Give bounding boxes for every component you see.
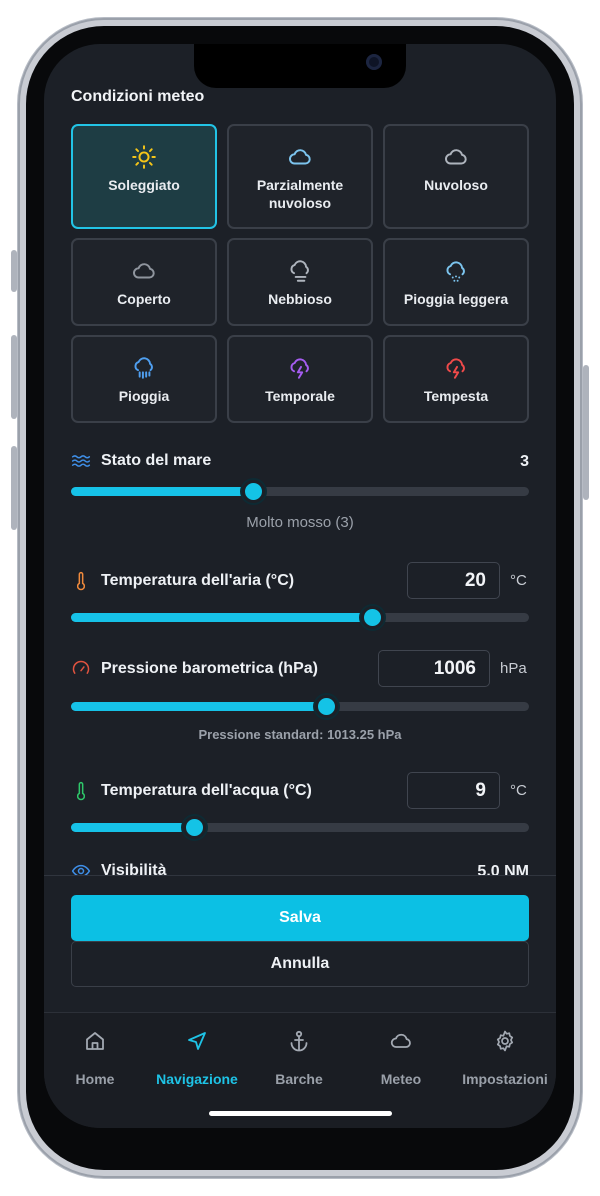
weather-section-title: Condizioni meteo <box>71 88 205 105</box>
sun-icon <box>132 145 156 169</box>
sea-state-title: Stato del mare <box>101 452 212 469</box>
weather-option-label: Nuvoloso <box>424 177 488 193</box>
camera <box>366 54 382 70</box>
eye-icon <box>71 864 91 875</box>
side-button-power <box>583 365 589 500</box>
weather-option-label: Temporale <box>265 388 335 404</box>
pressure-input[interactable]: 1006 <box>378 650 490 687</box>
tab-boats[interactable]: Barche <box>248 1013 350 1087</box>
gauge-icon <box>72 660 90 674</box>
weather-option-light-rain[interactable]: Pioggia leggera <box>383 238 529 326</box>
actions-divider <box>44 875 556 876</box>
fog-icon <box>290 260 309 282</box>
weather-option-label: Parzialmente nuvoloso <box>256 177 344 211</box>
pressure-standard-hint: Pressione standard: 1013.25 hPa <box>198 727 402 742</box>
cloud-icon <box>133 263 155 279</box>
cloud-icon <box>289 149 311 165</box>
navigation-icon <box>188 1032 206 1050</box>
weather-option-partly-cloudy[interactable]: Parzialmente nuvoloso <box>227 124 373 229</box>
weather-option-storm[interactable]: Tempesta <box>383 335 529 423</box>
tab-weather[interactable]: Meteo <box>350 1013 452 1087</box>
air-temp-slider-fill <box>71 613 373 622</box>
pressure-unit: hPa <box>500 660 527 677</box>
weather-option-label: Soleggiato <box>108 177 180 193</box>
side-button-volume-up <box>11 335 17 419</box>
tab-home[interactable]: Home <box>44 1013 146 1087</box>
water-temp-unit: °C <box>510 782 527 799</box>
weather-option-thunderstorm[interactable]: Temporale <box>227 335 373 423</box>
air-temp-unit: °C <box>510 572 527 589</box>
weather-option-sunny[interactable]: Soleggiato <box>71 124 217 229</box>
waves-icon <box>71 455 91 467</box>
rain-icon <box>134 357 153 379</box>
air-temp-slider[interactable] <box>71 606 529 629</box>
weather-option-label: Tempesta <box>423 388 489 404</box>
sea-state-slider[interactable] <box>71 480 529 503</box>
weather-option-label: Coperto <box>117 291 171 307</box>
thunderstorm-icon <box>290 358 309 379</box>
water-temp-label: Temperatura dell'acqua (°C) <box>71 781 312 801</box>
tab-navigation[interactable]: Navigazione <box>146 1013 248 1087</box>
weather-option-label: Pioggia <box>118 388 170 404</box>
water-temp-slider-thumb[interactable] <box>183 816 206 839</box>
tab-label: Navigazione <box>156 1071 238 1087</box>
air-temp-slider-thumb[interactable] <box>361 606 384 629</box>
sea-state-value: 3 <box>520 453 529 470</box>
save-button[interactable]: Salva <box>71 895 529 941</box>
visibility-title: Visibilità <box>101 862 167 875</box>
tab-settings[interactable]: Impostazioni <box>454 1013 556 1087</box>
air-temp-label: Temperatura dell'aria (°C) <box>71 571 294 591</box>
light-rain-icon <box>446 261 465 282</box>
notch <box>194 44 406 88</box>
app-screen: Condizioni meteo Soleggiato Parzialmente… <box>44 44 556 1128</box>
cloud-icon <box>445 149 467 165</box>
visibility-label: Visibilità <box>71 861 167 875</box>
sea-state-description: Molto mosso (3) <box>246 514 354 531</box>
pressure-label: Pressione barometrica (hPa) <box>71 659 318 679</box>
water-temp-slider[interactable] <box>71 816 529 839</box>
tab-label: Home <box>75 1071 115 1087</box>
weather-option-foggy[interactable]: Nebbioso <box>227 238 373 326</box>
water-temp-input[interactable]: 9 <box>407 772 500 809</box>
pressure-slider-thumb[interactable] <box>315 695 338 718</box>
water-temp-title: Temperatura dell'acqua (°C) <box>101 782 312 799</box>
sea-state-label: Stato del mare <box>71 451 211 471</box>
tab-label: Meteo <box>380 1071 422 1087</box>
pressure-title: Pressione barometrica (hPa) <box>101 660 318 677</box>
weather-option-label: Nebbioso <box>268 291 332 307</box>
pressure-slider-fill <box>71 702 327 711</box>
anchor-icon <box>290 1030 308 1052</box>
cancel-button[interactable]: Annulla <box>71 941 529 987</box>
thermometer-icon <box>76 571 86 591</box>
side-button-mute <box>11 250 17 292</box>
sea-state-slider-fill <box>71 487 254 496</box>
home-indicator[interactable] <box>209 1111 392 1116</box>
weather-option-cloudy[interactable]: Nuvoloso <box>383 124 529 229</box>
gear-icon <box>496 1030 514 1052</box>
home-icon <box>86 1032 104 1050</box>
cloud-icon <box>390 1033 411 1048</box>
water-temp-slider-fill <box>71 823 195 832</box>
thermometer-icon <box>76 781 86 801</box>
weather-option-rain[interactable]: Pioggia <box>71 335 217 423</box>
weather-option-overcast[interactable]: Coperto <box>71 238 217 326</box>
weather-option-label: Pioggia leggera <box>403 291 509 307</box>
tab-label: Barche <box>275 1071 323 1087</box>
air-temp-input[interactable]: 20 <box>407 562 500 599</box>
visibility-value: 5.0 NM <box>477 863 529 875</box>
side-button-volume-down <box>11 446 17 530</box>
visibility-row-clip: Visibilità 5.0 NM <box>44 857 556 875</box>
sea-state-slider-thumb[interactable] <box>242 480 265 503</box>
air-temp-title: Temperatura dell'aria (°C) <box>101 572 295 589</box>
pressure-slider[interactable] <box>71 695 529 718</box>
storm-icon <box>446 358 465 379</box>
tab-label: Impostazioni <box>462 1071 548 1087</box>
